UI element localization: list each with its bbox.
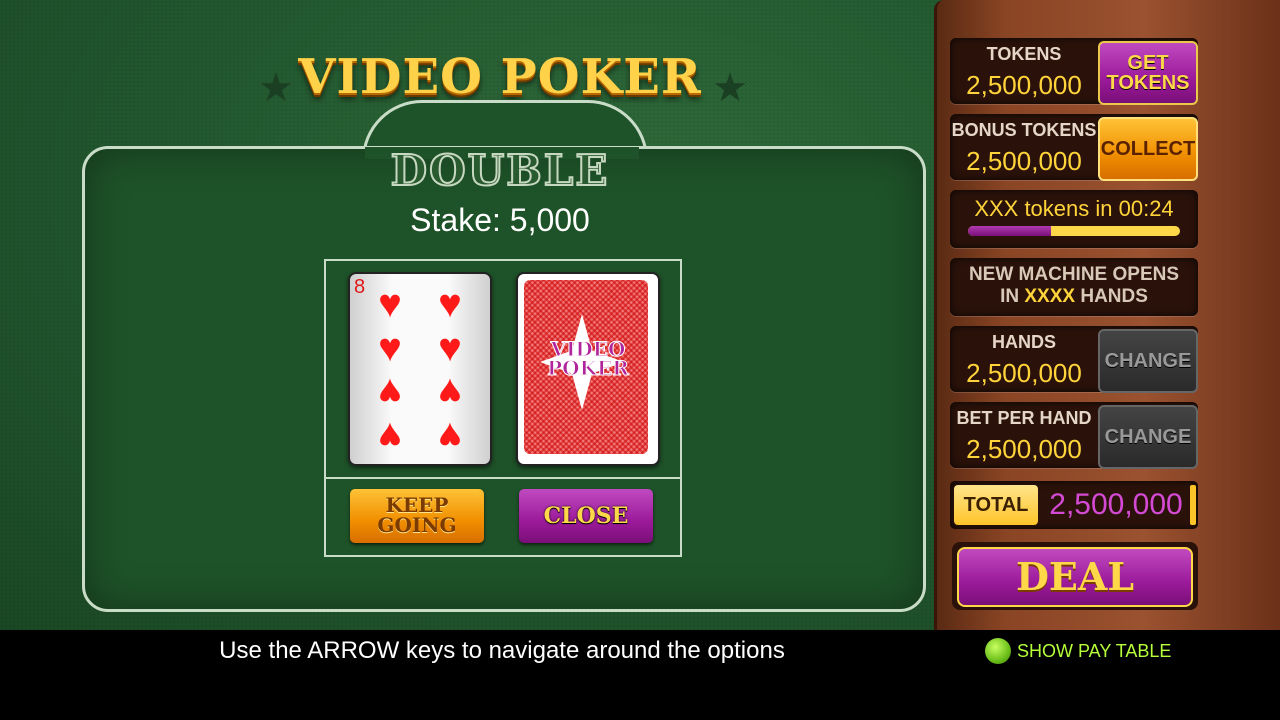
bet-per-hand-label: BET PER HAND [956,408,1092,428]
hands-slot: HANDS 2,500,000 CHANGE [950,326,1198,393]
heart-pip-icon: ♥ [438,370,462,414]
timer-progress-fill [968,226,1051,236]
bet-per-hand-slot: BET PER HAND 2,500,000 CHANGE [950,402,1198,469]
green-button-icon [985,638,1011,664]
navigation-hint: Use the ARROW keys to navigate around th… [219,637,785,664]
bet-per-hand-value: 2,500,000 [966,434,1082,464]
card-back-logo-line2: POKER [547,356,630,380]
tokens-slot: TOKENS 2,500,000 GET TOKENS [950,38,1198,105]
timer-slot: XXX tokens in 00:24 [950,190,1198,248]
bonus-tokens-label: BONUS TOKENS [951,120,1097,140]
new-machine-text: NEW MACHINE OPENS IN XXXX HANDS [950,264,1198,308]
timer-text: XXX tokens in 00:24 [974,196,1174,221]
tokens-value: 2,500,000 [966,70,1082,100]
deal-button[interactable]: DEAL [957,547,1193,607]
game-title-text: VIDEO POKER [298,49,702,105]
heart-pip-icon: ♥ [378,414,402,458]
heart-pip-icon: ♥ [378,326,402,370]
hands-value: 2,500,000 [966,358,1082,388]
get-tokens-button[interactable]: GET TOKENS [1098,41,1198,105]
keep-going-line2: GOING [377,513,457,537]
bonus-tokens-slot: BONUS TOKENS 2,500,000 COLLECT [950,114,1198,181]
face-down-card[interactable]: VIDEO POKER [516,272,660,466]
collect-button[interactable]: COLLECT [1098,117,1198,181]
show-pay-table-button[interactable]: SHOW PAY TABLE [985,637,1171,665]
card-back-logo: VIDEO POKER [528,339,648,380]
bonus-tokens-value: 2,500,000 [966,146,1082,176]
heart-pip-icon: ♥ [438,282,462,326]
close-button[interactable]: CLOSE [519,489,653,543]
heart-pip-icon: ♥ [378,370,402,414]
stake-label: Stake: 5,000 [410,202,590,238]
card-rank: 8 [354,276,366,298]
new-machine-slot: NEW MACHINE OPENS IN XXXX HANDS [950,258,1198,316]
get-tokens-line1: GET [1127,52,1169,74]
timer-progress-bar [968,226,1180,236]
heart-pip-icon: ♥ [438,414,462,458]
show-pay-table-label: SHOW PAY TABLE [1017,640,1172,661]
card-pips: ♥ ♥ ♥ ♥ ♥ ♥ ♥ ♥ [370,282,480,458]
heart-pip-icon: ♥ [438,326,462,370]
heart-pip-icon: ♥ [378,282,402,326]
keep-going-button[interactable]: KEEP GOING [350,489,484,543]
new-machine-line1: NEW MACHINE OPENS [968,264,1180,285]
total-label: TOTAL [954,485,1038,525]
change-hands-button[interactable]: CHANGE [1098,329,1198,393]
hands-label: HANDS [991,332,1056,352]
total-slot: TOTAL 2,500,000 [950,481,1198,529]
new-machine-line2: IN XXXX HANDS [1000,286,1148,307]
double-heading: DOUBLE [390,145,610,196]
game-area: ★ ★ VIDEO POKER DOUBLE Stake: 5,000 8 ♥ ♥… [0,0,1280,630]
total-end-cap [1190,485,1196,525]
total-value: 2,500,000 [1049,488,1183,521]
get-tokens-line2: TOKENS [1106,72,1190,94]
tokens-label: TOKENS [986,44,1062,64]
face-up-card: 8 ♥ ♥ ♥ ♥ ♥ ♥ ♥ ♥ [348,272,492,466]
change-bet-button[interactable]: CHANGE [1098,405,1198,469]
keep-going-line1: KEEP [385,493,449,517]
deal-slot: DEAL [952,542,1198,610]
